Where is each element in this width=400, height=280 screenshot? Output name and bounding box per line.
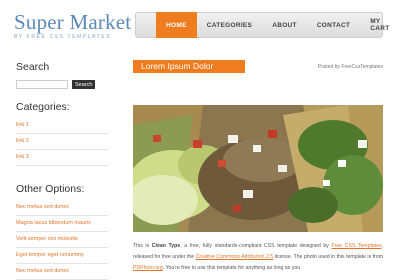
body-text: , a free, fully standards-compliant CSS … [180, 243, 332, 249]
sidebar: Search Search Categories: link 1 link 2 … [16, 60, 108, 280]
category-link-3[interactable]: link 3 [16, 150, 108, 166]
categories-list: link 1 link 2 link 3 [16, 118, 108, 166]
other-option-link[interactable]: Velit semper nisi molestie [16, 232, 108, 248]
post-title: Lorem Ipsum Dolor Volutpat [133, 60, 245, 84]
pdphoto-link[interactable]: PDPhoto.org [133, 265, 163, 271]
free-css-templates-link[interactable]: Free CSS Templates [331, 243, 381, 249]
other-options-list: Nec metus sed donec Magna lacus bibendum… [16, 200, 108, 280]
nav-my-cart[interactable]: MY CART [360, 13, 399, 37]
categories-heading: Categories: [16, 101, 70, 113]
logo-subtitle: BY FREE CSS TEMPLATES [14, 34, 112, 40]
nav-home[interactable]: HOME [156, 12, 197, 38]
body-text: . You're free to use this template for a… [162, 265, 301, 272]
category-link-1[interactable]: link 1 [16, 118, 108, 134]
main-nav: HOME CATEGORIES ABOUT CONTACT MY CART [135, 12, 389, 38]
nav-about[interactable]: ABOUT [262, 13, 307, 37]
post-photo [133, 105, 383, 232]
nav-contact[interactable]: CONTACT [307, 13, 360, 37]
logo-title: Super Market [14, 10, 132, 34]
search-button[interactable]: Search [72, 80, 96, 89]
other-option-link[interactable]: Magna lacus bibendum mauris [16, 216, 108, 232]
post-body: This is Clean Type, a free, fully standa… [133, 241, 383, 275]
search-form: Search [16, 80, 108, 89]
body-text: This is [133, 243, 152, 249]
other-option-link[interactable]: Nec metus sed donec [16, 264, 108, 280]
other-options-heading: Other Options: [16, 183, 85, 195]
nav-categories[interactable]: CATEGORIES [197, 13, 263, 37]
search-input[interactable] [16, 80, 68, 89]
other-option-link[interactable]: Eget tempor eget nonummy [16, 248, 108, 264]
category-link-2[interactable]: link 2 [16, 134, 108, 150]
body-bold-text: Clean Type [151, 243, 181, 249]
site-logo[interactable]: Super Market BY FREE CSS TEMPLATES [14, 10, 131, 40]
creative-commons-link[interactable]: Creative Commons Attribution 2.5 [196, 254, 274, 260]
other-option-link[interactable]: Nec metus sed donec [16, 200, 108, 216]
body-text: license. The photo used in this template… [273, 254, 384, 261]
search-heading: Search [16, 61, 50, 73]
posted-by: Posted by FreeCssTemplates [317, 64, 383, 70]
main-content: Lorem Ipsum Dolor Volutpat Posted by Fre… [133, 60, 383, 275]
